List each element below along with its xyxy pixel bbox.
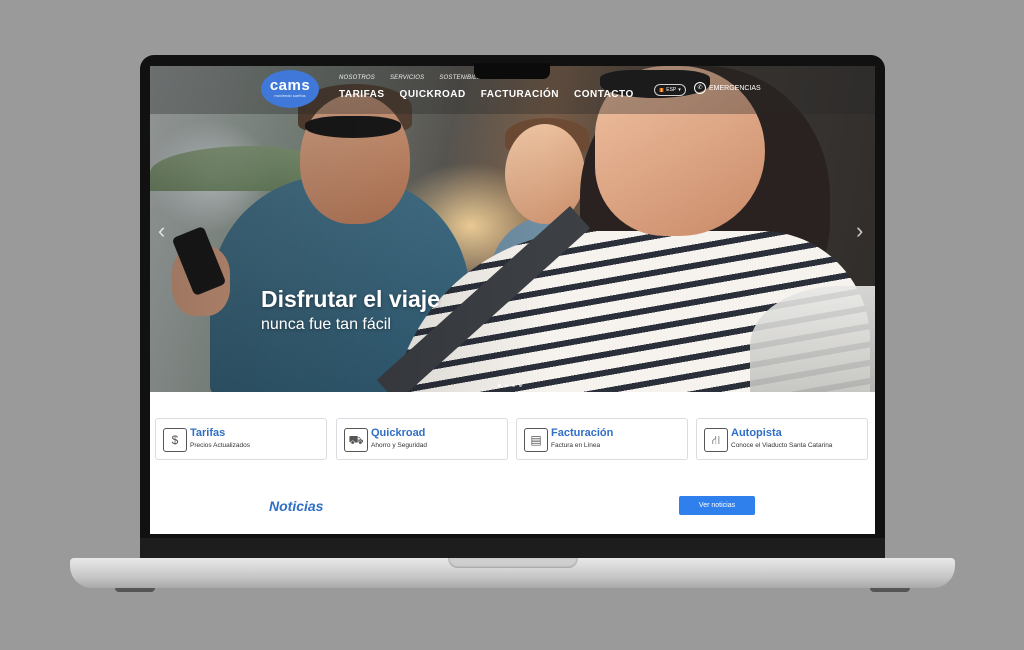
hero-overlay: [150, 66, 875, 392]
phone-icon: ✆: [694, 82, 706, 94]
road-icon: ⛙: [704, 428, 728, 452]
carousel-dot[interactable]: [519, 384, 522, 387]
primary-nav: TARIFAS QUICKROAD FACTURACIÓN CONTACTO: [339, 89, 634, 100]
website-screen: Disfrutar el viaje nunca fue tan fácil ‹…: [150, 66, 875, 534]
language-label: ESP: [666, 87, 677, 93]
nav-link-contacto[interactable]: CONTACTO: [574, 89, 634, 100]
nav-link-nosotros[interactable]: NOSOTROS: [339, 75, 375, 81]
language-selector[interactable]: ESP ▾: [654, 84, 686, 96]
carousel-dot[interactable]: [498, 384, 501, 387]
hero-subtitle: nunca fue tan fácil: [261, 316, 391, 333]
flag-icon: [659, 88, 665, 92]
carousel-dots: [498, 384, 522, 387]
chevron-down-icon: ▾: [678, 87, 681, 93]
car-icon: ⛟: [344, 428, 368, 452]
carousel-dot[interactable]: [512, 384, 515, 387]
hero-title: Disfrutar el viaje: [261, 286, 440, 312]
card-subtitle: Precios Actualizados: [190, 442, 250, 449]
card-subtitle: Factura en Línea: [551, 442, 601, 449]
hero-banner: Disfrutar el viaje nunca fue tan fácil ‹…: [150, 66, 875, 392]
card-autopista[interactable]: ⛙ Autopista Conoce el Viaducto Santa Cat…: [696, 418, 868, 460]
card-quickroad[interactable]: ⛟ Quickroad Ahorro y Seguridad: [336, 418, 508, 460]
card-title: Tarifas: [190, 427, 226, 439]
laptop-foot-left: [115, 588, 155, 592]
price-tag-icon: $: [163, 428, 187, 452]
camera-notch: [474, 63, 550, 79]
emergency-label: EMERGENCIAS: [709, 84, 761, 92]
logo-tagline: moviendo sueños: [274, 93, 306, 98]
card-subtitle: Conoce el Viaducto Santa Catarina: [731, 442, 833, 449]
card-title: Facturación: [551, 427, 614, 439]
card-title: Autopista: [731, 427, 782, 439]
laptop-foot-right: [870, 588, 910, 592]
nav-link-servicios[interactable]: SERVICIOS: [390, 75, 424, 81]
nav-link-quickroad[interactable]: QUICKROAD: [400, 89, 466, 100]
carousel-prev-icon[interactable]: ‹: [158, 218, 165, 244]
card-subtitle: Ahorro y Seguridad: [371, 442, 428, 449]
news-heading: Noticias: [269, 498, 324, 514]
card-tarifas[interactable]: $ Tarifas Precios Actualizados: [155, 418, 327, 460]
carousel-next-icon[interactable]: ›: [856, 218, 863, 244]
carousel-dot[interactable]: [505, 384, 508, 387]
view-news-button[interactable]: Ver noticias: [679, 496, 755, 515]
laptop-bezel-bottom: [140, 538, 885, 558]
nav-link-tarifas[interactable]: TARIFAS: [339, 89, 385, 100]
cams-logo[interactable]: cams moviendo sueños: [261, 70, 319, 108]
logo-text: cams: [269, 77, 311, 94]
nav-link-facturacion[interactable]: FACTURACIÓN: [481, 89, 559, 100]
card-title: Quickroad: [371, 427, 426, 439]
card-facturacion[interactable]: ▤ Facturación Factura en Línea: [516, 418, 688, 460]
laptop-opening-notch: [448, 558, 578, 568]
emergency-link[interactable]: ✆ EMERGENCIAS: [694, 82, 761, 94]
invoice-icon: ▤: [524, 428, 548, 452]
